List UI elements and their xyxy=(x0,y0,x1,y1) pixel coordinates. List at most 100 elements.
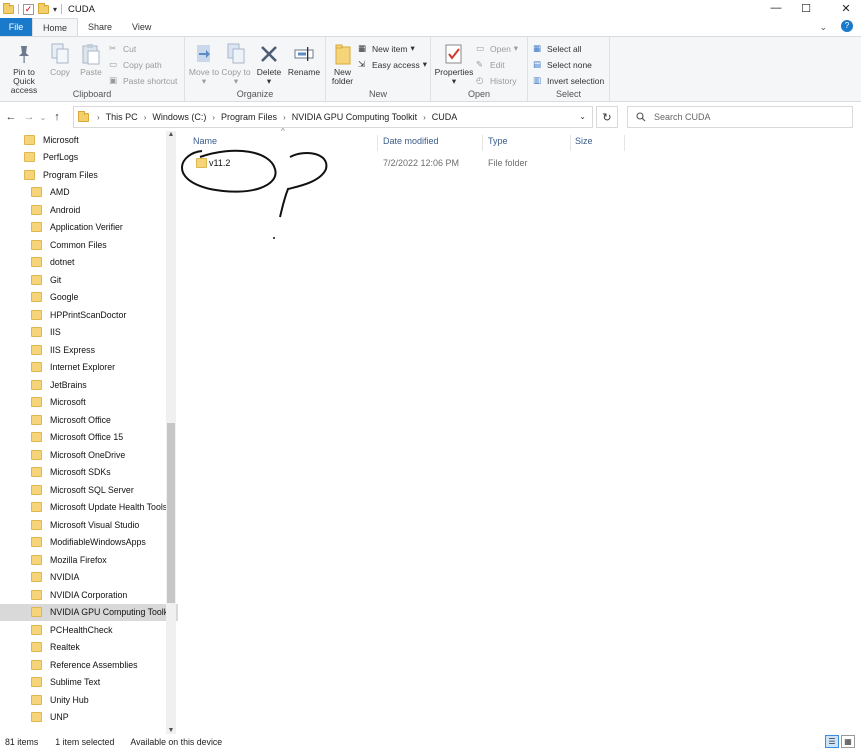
nav-tree-item[interactable]: Reference Assemblies xyxy=(0,656,178,674)
nav-tree-item[interactable]: Microsoft xyxy=(0,131,178,149)
nav-tree-item[interactable]: Android xyxy=(0,201,178,219)
nav-tree-item[interactable]: NVIDIA GPU Computing Toolkit xyxy=(0,603,178,621)
nav-tree-item[interactable]: NVIDIA xyxy=(0,569,178,587)
nav-tree-item[interactable]: Mozilla Firefox xyxy=(0,551,178,569)
breadcrumb-windows-c[interactable]: Windows (C:) xyxy=(152,112,206,122)
properties-quick-icon[interactable]: ✓ xyxy=(23,3,34,15)
nav-tree-item[interactable]: Application Verifier xyxy=(0,219,178,237)
nav-tree-item[interactable]: HPPrintScanDoctor xyxy=(0,306,178,324)
nav-tree-item[interactable]: Microsoft SQL Server xyxy=(0,481,178,499)
tab-share[interactable]: Share xyxy=(78,18,122,36)
nav-tree-item[interactable]: Program Files xyxy=(0,166,178,184)
nav-tree-item[interactable]: Microsoft OneDrive xyxy=(0,446,178,464)
divider[interactable] xyxy=(570,135,571,151)
nav-tree-item[interactable]: Microsoft Office 15 xyxy=(0,429,178,447)
nav-tree-item[interactable]: Microsoft xyxy=(0,394,178,412)
easy-access-button[interactable]: ⇲ Easy access ▾ xyxy=(358,58,427,71)
file-row[interactable]: v11.2 7/2/2022 12:06 PM File folder xyxy=(188,153,808,173)
collapse-ribbon-icon[interactable]: ⌄ xyxy=(819,22,827,33)
open-button[interactable]: ▭ Open ▾ xyxy=(476,42,518,55)
tab-home[interactable]: Home xyxy=(32,18,79,36)
nav-tree-label: Application Verifier xyxy=(50,222,123,233)
column-header-date[interactable]: Date modified xyxy=(383,136,439,146)
close-button[interactable]: ✕ xyxy=(831,0,861,16)
nav-tree-item[interactable]: Microsoft SDKs xyxy=(0,464,178,482)
open-group: Properties ▾ ▭ Open ▾ ✎ Edit ◴ History Open xyxy=(431,37,528,101)
nav-tree-item[interactable]: UNP xyxy=(0,709,178,727)
breadcrumb-cuda[interactable]: CUDA xyxy=(432,112,458,122)
nav-tree-item[interactable]: ModifiableWindowsApps xyxy=(0,534,178,552)
nav-tree-item[interactable]: Unity Hub xyxy=(0,691,178,709)
up-arrow-icon[interactable]: ↑ xyxy=(48,111,66,123)
scroll-up-icon[interactable]: ▲ xyxy=(166,131,176,138)
dropdown-arrow-icon: ▾ xyxy=(422,59,427,69)
nav-tree-item[interactable]: Microsoft Update Health Tools xyxy=(0,499,178,517)
breadcrumb-nvidia-toolkit[interactable]: NVIDIA GPU Computing Toolkit xyxy=(292,112,417,122)
back-arrow-icon[interactable]: ← xyxy=(2,111,20,123)
nav-tree-item[interactable]: Sublime Text xyxy=(0,674,178,692)
nav-tree-item[interactable]: PerfLogs xyxy=(0,149,178,167)
invert-selection-button[interactable]: ▥ Invert selection xyxy=(533,74,604,87)
paste-shortcut-button[interactable]: ▣ Paste shortcut xyxy=(109,74,177,87)
select-none-button[interactable]: ▤ Select none xyxy=(533,58,604,71)
divider[interactable] xyxy=(624,135,625,151)
nav-tree-item[interactable]: Common Files xyxy=(0,236,178,254)
forward-arrow-icon[interactable]: → xyxy=(20,111,38,123)
new-item-button[interactable]: ▦ New item ▾ xyxy=(358,42,427,55)
divider[interactable] xyxy=(377,135,378,151)
breadcrumb-chevron-icon[interactable]: › xyxy=(97,113,100,122)
breadcrumb-chevron-icon[interactable]: › xyxy=(283,113,286,122)
nav-tree-item[interactable]: Google xyxy=(0,289,178,307)
breadcrumb-chevron-icon[interactable]: › xyxy=(144,113,147,122)
tab-view[interactable]: View xyxy=(122,18,161,36)
divider[interactable] xyxy=(482,135,483,151)
refresh-icon[interactable]: ↻ xyxy=(596,106,618,128)
edit-button[interactable]: ✎ Edit xyxy=(476,58,518,71)
breadcrumb-this-pc[interactable]: This PC xyxy=(106,112,138,122)
breadcrumb-chevron-icon[interactable]: › xyxy=(423,113,426,122)
nav-tree-item[interactable]: Internet Explorer xyxy=(0,359,178,377)
nav-tree-item[interactable]: dotnet xyxy=(0,254,178,272)
column-header-size[interactable]: Size xyxy=(575,136,593,146)
copy-path-button[interactable]: ▭ Copy path xyxy=(109,58,177,71)
address-bar[interactable]: › This PC › Windows (C:) › Program Files… xyxy=(73,106,593,128)
nav-tree-item[interactable]: Git xyxy=(0,271,178,289)
maximize-button[interactable]: ☐ xyxy=(791,0,821,16)
column-header-name[interactable]: Name xyxy=(193,136,217,146)
scissors-icon: ✂ xyxy=(109,43,117,53)
nav-tree-item[interactable]: Microsoft Office xyxy=(0,411,178,429)
search-box[interactable]: Search CUDA xyxy=(627,106,853,128)
nav-tree-item[interactable]: NVIDIA Corporation xyxy=(0,586,178,604)
minimize-button[interactable]: — xyxy=(761,0,791,16)
breadcrumb-chevron-icon[interactable]: › xyxy=(212,113,215,122)
new-folder-quick-icon[interactable] xyxy=(38,2,49,14)
navigation-scrollbar[interactable]: ▲ ▼ xyxy=(166,131,176,734)
recent-locations-icon[interactable]: ⌄ xyxy=(38,113,48,122)
customize-toolbar-icon[interactable]: ▾ xyxy=(53,5,57,14)
select-all-button[interactable]: ▦ Select all xyxy=(533,42,604,55)
invert-selection-icon: ▥ xyxy=(533,75,542,85)
large-icons-view-icon[interactable]: ▦ xyxy=(841,735,855,748)
scrollbar-thumb[interactable] xyxy=(167,423,175,603)
copy-path-icon: ▭ xyxy=(109,59,118,69)
address-dropdown-icon[interactable]: ⌄ xyxy=(579,112,586,121)
breadcrumb-program-files[interactable]: Program Files xyxy=(221,112,277,122)
nav-tree-item[interactable]: IIS Express xyxy=(0,341,178,359)
nav-tree-item[interactable]: AMD xyxy=(0,184,178,202)
folder-icon xyxy=(31,239,42,250)
new-group-label: New xyxy=(368,89,387,99)
nav-tree-item[interactable]: IIS xyxy=(0,324,178,342)
clipboard-group-label: Clipboard xyxy=(72,89,112,99)
details-view-icon[interactable]: ☰ xyxy=(825,735,839,748)
tab-file[interactable]: File xyxy=(0,18,32,36)
help-icon[interactable]: ? xyxy=(841,20,853,32)
nav-tree-item[interactable]: JetBrains xyxy=(0,376,178,394)
column-header-type[interactable]: Type xyxy=(488,136,508,146)
nav-tree-item[interactable]: Microsoft Visual Studio xyxy=(0,516,178,534)
nav-tree-item[interactable]: PCHealthCheck xyxy=(0,621,178,639)
cut-button[interactable]: ✂ Cut xyxy=(109,42,177,55)
file-name: v11.2 xyxy=(209,158,231,168)
nav-tree-item[interactable]: Realtek xyxy=(0,639,178,657)
history-button[interactable]: ◴ History xyxy=(476,74,518,87)
scroll-down-icon[interactable]: ▼ xyxy=(166,727,176,734)
